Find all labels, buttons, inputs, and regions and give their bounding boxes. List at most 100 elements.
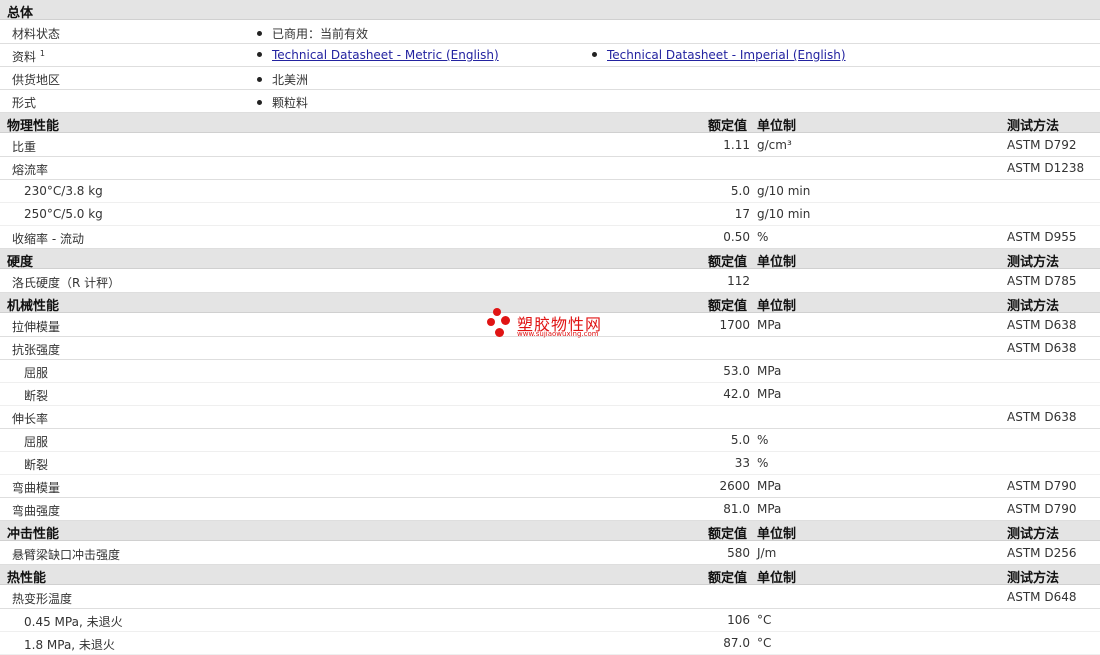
property-row: 洛氏硬度（R 计秤） 112 ASTM D785 [0, 270, 1100, 293]
property-value: 2600 [719, 479, 750, 493]
bullet-icon [592, 52, 597, 57]
property-label: 抗张强度 [12, 343, 61, 357]
metric-datasheet-link[interactable]: Technical Datasheet - Metric (English) [272, 48, 499, 62]
section-title: 物理性能 [7, 119, 60, 134]
property-label: 洛氏硬度（R 计秤） [12, 276, 121, 290]
property-label: 悬臂梁缺口冲击强度 [12, 548, 121, 562]
watermark-url: www.sujiaowuxing.com [517, 330, 599, 338]
property-value: 81.0 [723, 502, 750, 516]
property-unit: MPa [757, 364, 782, 378]
property-row: 屈服 5.0% [0, 429, 1100, 452]
property-label: 250°C/5.0 kg [24, 207, 103, 221]
property-row: 断裂 33% [0, 452, 1100, 475]
test-method: ASTM D648 [1007, 590, 1077, 604]
property-unit: g/10 min [757, 184, 811, 198]
column-header-unit: 单位制 [757, 527, 797, 542]
section-title: 总体 [7, 6, 34, 21]
property-value: 87.0 [723, 636, 750, 650]
bullet-icon [257, 52, 262, 57]
property-value: 580 [727, 546, 750, 560]
section-header: 热性能 额定值 单位制 测试方法 [0, 565, 1100, 586]
property-row: 屈服 53.0 MPa [0, 360, 1100, 383]
section-header: 物理性能 额定值 单位制 测试方法 [0, 113, 1100, 134]
property-label: 弯曲强度 [12, 504, 61, 518]
property-row: 比重 1.11 g/cm³ ASTM D792 [0, 134, 1100, 157]
property-row: 熔流率 ASTM D1238 [0, 157, 1100, 180]
bullet-icon [257, 100, 262, 105]
property-value: 5.0 [730, 433, 750, 447]
property-value: 0.50 [723, 230, 750, 244]
property-row: 悬臂梁缺口冲击强度 580 J/m ASTM D256 [0, 542, 1100, 565]
property-label: 断裂 [24, 389, 49, 403]
property-row: 1.8 MPa, 未退火 87.0 °C [0, 632, 1100, 655]
bullet-icon [257, 31, 262, 36]
bullet-item: 北美洲 [257, 71, 308, 88]
section-title: 冲击性能 [7, 527, 60, 542]
property-row: 热变形温度 ASTM D648 [0, 586, 1100, 609]
property-unit: g/cm³ [757, 138, 792, 152]
bullet-item: Technical Datasheet - Metric (English) [257, 48, 499, 62]
imperial-datasheet-link[interactable]: Technical Datasheet - Imperial (English) [607, 48, 846, 62]
property-unit: MPa [757, 479, 782, 493]
column-header-test: 测试方法 [1007, 527, 1060, 542]
general-row-status: 材料状态 已商用：当前有效 [0, 21, 1100, 44]
test-method: ASTM D1238 [1007, 161, 1085, 175]
property-value: 1.11 [723, 138, 750, 152]
section-title: 机械性能 [7, 299, 60, 314]
general-row-region: 供货地区 北美洲 [0, 67, 1100, 90]
property-label: 伸长率 [12, 412, 49, 426]
test-method: ASTM D785 [1007, 274, 1077, 288]
property-unit: % [757, 433, 769, 447]
section-header: 冲击性能 额定值 单位制 测试方法 [0, 521, 1100, 542]
property-label: 230°C/3.8 kg [24, 184, 103, 198]
property-value: 5.0 [730, 184, 750, 198]
property-unit: g/10 min [757, 207, 811, 221]
property-label: 屈服 [24, 366, 49, 380]
row-label: 资料 1 [12, 49, 45, 64]
column-header-unit: 单位制 [757, 571, 797, 586]
property-label: 拉伸模量 [12, 320, 61, 334]
column-header-value: 额定值 [708, 527, 748, 542]
property-unit: MPa [757, 502, 782, 516]
property-value: 17 [734, 207, 750, 221]
column-header-test: 测试方法 [1007, 299, 1060, 314]
test-method: ASTM D256 [1007, 546, 1077, 560]
column-header-test: 测试方法 [1007, 255, 1060, 270]
bullet-icon [257, 77, 262, 82]
watermark-logo: 塑胶物性网 www.sujiaowuxing.com [487, 308, 622, 344]
section-title: 硬度 [7, 255, 34, 270]
property-row: 0.45 MPa, 未退火 106 °C [0, 609, 1100, 632]
bullet-item: 颗粒料 [257, 94, 308, 111]
property-row: 230°C/3.8 kg 5.0 g/10 min [0, 180, 1100, 203]
property-label: 1.8 MPa, 未退火 [24, 638, 115, 652]
property-label: 断裂 [24, 458, 49, 472]
property-value: 106 [727, 613, 750, 627]
test-method: ASTM D790 [1007, 479, 1077, 493]
property-label: 收缩率 - 流动 [12, 232, 84, 246]
property-label: 弯曲模量 [12, 481, 61, 495]
bullet-item: 已商用：当前有效 [257, 25, 368, 42]
row-label: 材料状态 [12, 27, 61, 41]
test-method: ASTM D638 [1007, 341, 1077, 355]
property-row: 250°C/5.0 kg 17 g/10 min [0, 203, 1100, 226]
property-label: 屈服 [24, 435, 49, 449]
test-method: ASTM D955 [1007, 230, 1077, 244]
section-title: 热性能 [7, 571, 47, 586]
property-unit: °C [757, 636, 772, 650]
property-value: 33 [734, 456, 750, 470]
property-row: 收缩率 - 流动 0.50% ASTM D955 [0, 226, 1100, 249]
property-row: 弯曲强度 81.0 MPa ASTM D790 [0, 498, 1100, 521]
row-label: 形式 [12, 96, 37, 110]
property-value: 112 [727, 274, 750, 288]
property-unit: MPa [757, 318, 782, 332]
property-label: 熔流率 [12, 163, 49, 177]
test-method: ASTM D638 [1007, 410, 1077, 424]
property-row: 断裂 42.0 MPa [0, 383, 1100, 406]
property-unit: % [757, 230, 769, 244]
test-method: ASTM D638 [1007, 318, 1077, 332]
column-header-value: 额定值 [708, 299, 748, 314]
column-header-test: 测试方法 [1007, 119, 1060, 134]
property-label: 比重 [12, 140, 37, 154]
column-header-value: 额定值 [708, 571, 748, 586]
column-header-value: 额定值 [708, 119, 748, 134]
